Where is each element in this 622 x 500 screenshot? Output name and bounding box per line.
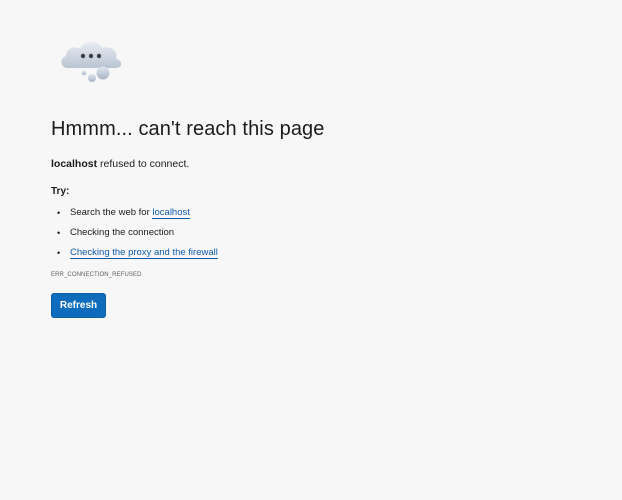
bullet-icon: •: [57, 208, 61, 218]
suggestion-text: Search the web for: [70, 207, 153, 218]
error-code: ERR_CONNECTION_REFUSED: [51, 272, 142, 278]
error-subtitle-text: refused to connect.: [97, 158, 190, 170]
suggestion-list: • Search the web for localhost • Checking …: [51, 206, 218, 266]
suggestion-search-web: • Search the web for localhost: [51, 206, 218, 226]
try-label: Try:: [51, 186, 70, 197]
suggestion-check-proxy: • Checking the proxy and the firewall: [51, 246, 218, 266]
bullet-icon: •: [57, 248, 61, 258]
cloud-error-icon: [61, 41, 122, 82]
search-localhost-link[interactable]: localhost: [152, 207, 190, 219]
suggestion-check-connection: • Checking the connection: [51, 226, 218, 246]
check-proxy-firewall-link[interactable]: Checking the proxy and the firewall: [70, 247, 218, 259]
refresh-button[interactable]: Refresh: [51, 293, 106, 318]
suggestion-text: Checking the connection: [70, 227, 175, 238]
host-name: localhost: [51, 158, 98, 170]
bullet-icon: •: [57, 228, 61, 238]
error-page: Hmmm... can't reach this page localhost …: [0, 0, 622, 500]
error-subtitle: localhost refused to connect.: [51, 158, 189, 170]
page-title: Hmmm... can't reach this page: [51, 118, 325, 140]
